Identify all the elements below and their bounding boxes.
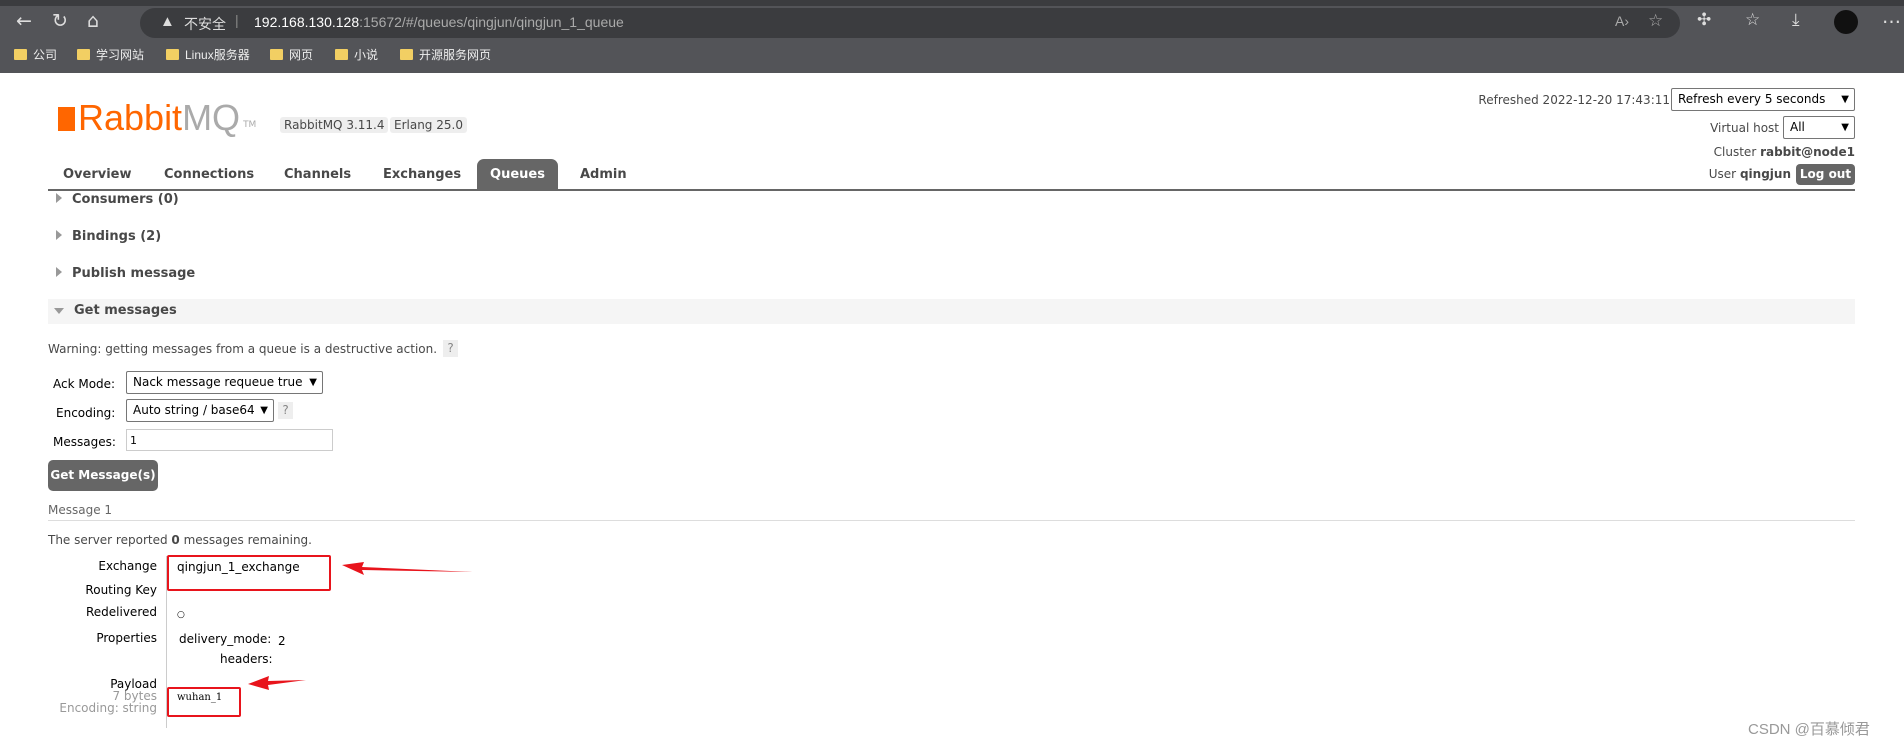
annotation-arrow	[342, 562, 473, 575]
watermark: CSDN @百慕倾君	[1748, 721, 1870, 738]
annotation-arrow	[248, 676, 306, 690]
annotation-arrows	[248, 562, 473, 690]
